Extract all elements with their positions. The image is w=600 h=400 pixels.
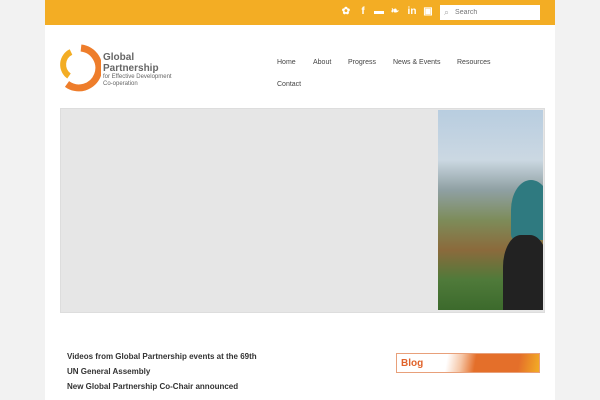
twitter-icon[interactable]: ❧ [389,6,401,18]
nav-contact[interactable]: Contact [277,81,301,88]
news-item[interactable]: UN General Assembly [67,367,150,376]
delicious-icon[interactable]: ✿ [340,6,352,18]
logo-text[interactable]: Global Partnership for Effective Develop… [103,52,172,88]
nav-home[interactable]: Home [277,59,296,66]
logo-line: Global [103,52,135,63]
nav-resources[interactable]: Resources [457,59,490,66]
page: ✿ f ▬ ❧ in ▣ ⌕ Global Partnership for Ef… [45,0,555,400]
search-box[interactable]: ⌕ [440,5,540,20]
nav-about[interactable]: About [313,59,331,66]
search-input[interactable] [455,9,536,16]
logo-line: Partnership [103,63,159,74]
logo-tagline: for Effective Development [103,74,172,80]
facebook-icon[interactable]: f [357,6,369,18]
nav-progress[interactable]: Progress [348,59,376,66]
blog-label: Blog [401,358,424,369]
blog-banner[interactable]: Blog [396,353,540,373]
youtube-icon[interactable]: ▣ [422,6,434,18]
logo-icon[interactable] [59,44,101,92]
hero-photo [438,110,543,310]
chat-icon[interactable]: ▬ [373,6,385,18]
news-item[interactable]: Videos from Global Partnership events at… [67,352,257,361]
top-bar: ✿ f ▬ ❧ in ▣ ⌕ [45,0,555,25]
logo-tagline: Co-operation [103,81,138,87]
news-item[interactable]: New Global Partnership Co-Chair announce… [67,382,238,391]
search-icon: ⌕ [444,7,450,17]
nav-news-events[interactable]: News & Events [393,59,440,66]
linkedin-icon[interactable]: in [406,6,418,18]
